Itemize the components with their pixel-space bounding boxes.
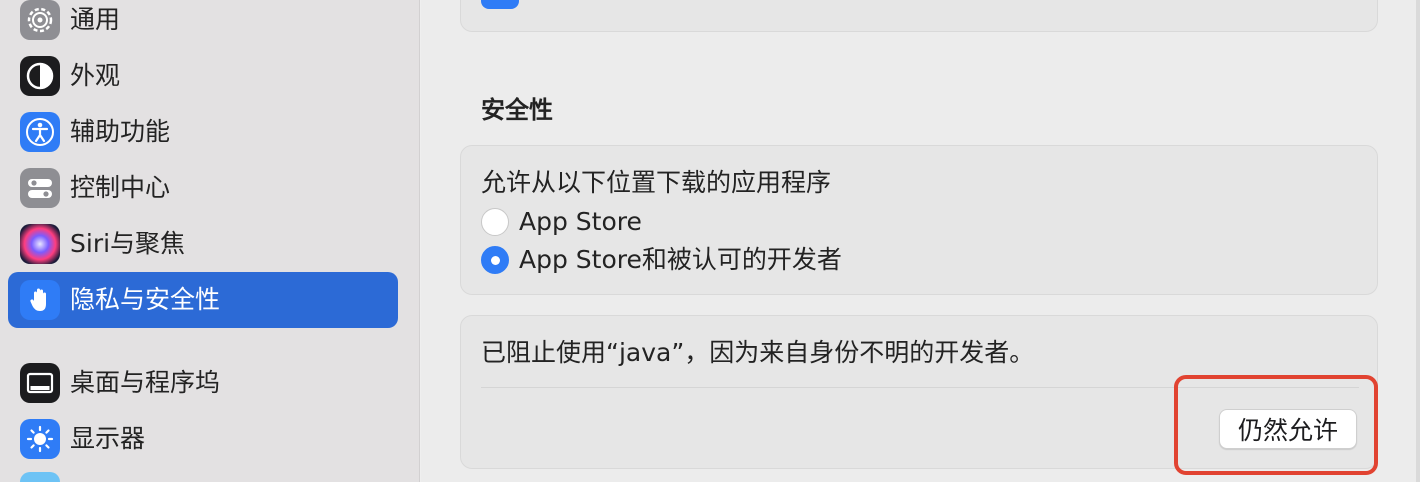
control-center-icon xyxy=(20,168,60,208)
sidebar-item-label: 桌面与程序坞 xyxy=(70,368,221,397)
sidebar-item-siri[interactable]: Siri与聚焦 xyxy=(8,216,398,272)
gear-icon xyxy=(20,0,60,40)
sidebar-item-label: 通用 xyxy=(70,5,121,34)
partial-app-icon xyxy=(481,0,519,9)
radio-label: App Store xyxy=(519,207,642,236)
sidebar-item-privacy-security[interactable]: 隐私与安全性 xyxy=(8,272,398,328)
sidebar-item-label: 显示器 xyxy=(70,424,146,453)
sidebar-item-accessibility[interactable]: 辅助功能 xyxy=(8,104,398,160)
sidebar-item-label: 隐私与安全性 xyxy=(70,285,221,314)
highlight-box xyxy=(1174,375,1378,475)
radio-option-app-store-identified[interactable]: App Store和被认可的开发者 xyxy=(481,244,981,278)
section-title-security: 安全性 xyxy=(481,96,553,124)
radio-option-app-store[interactable]: App Store xyxy=(481,206,981,240)
sidebar-item-appearance[interactable]: 外观 xyxy=(8,48,398,104)
sidebar-item-label: 辅助功能 xyxy=(70,117,171,146)
sidebar-item-desktop-dock[interactable]: 桌面与程序坞 xyxy=(8,355,398,411)
radio-label: App Store和被认可的开发者 xyxy=(519,245,842,274)
siri-icon xyxy=(20,224,60,264)
blocked-message: 已阻止使用“java”，因为来自身份不明的开发者。 xyxy=(481,338,1035,367)
accessibility-icon xyxy=(20,112,60,152)
display-brightness-icon xyxy=(20,419,60,459)
sidebar-item-label: 外观 xyxy=(70,61,121,90)
appearance-icon xyxy=(20,56,60,96)
sidebar: 通用 外观 辅助功能 控制中心 Siri与聚焦 隐私与安全性 桌面与程序坞 显示… xyxy=(0,0,420,482)
allow-apps-card: 允许从以下位置下载的应用程序 App Store App Store和被认可的开… xyxy=(460,145,1378,295)
radio-app-store[interactable] xyxy=(481,208,509,236)
allow-heading: 允许从以下位置下载的应用程序 xyxy=(481,168,832,197)
radio-app-store-identified[interactable] xyxy=(481,246,509,274)
sidebar-item-label: Siri与聚焦 xyxy=(70,229,186,258)
sidebar-item-displays[interactable]: 显示器 xyxy=(8,411,398,467)
scrollbar[interactable] xyxy=(1416,0,1420,482)
hand-icon xyxy=(20,280,60,320)
sidebar-item-general[interactable]: 通用 xyxy=(8,0,398,48)
partial-sidebar-icon xyxy=(20,472,60,482)
sidebar-item-control-center[interactable]: 控制中心 xyxy=(8,160,398,216)
sidebar-item-label: 控制中心 xyxy=(70,173,171,202)
main-pane: 安全性 允许从以下位置下载的应用程序 App Store App Store和被… xyxy=(421,0,1420,482)
dock-icon xyxy=(20,363,60,403)
top-card-partial xyxy=(460,0,1378,32)
